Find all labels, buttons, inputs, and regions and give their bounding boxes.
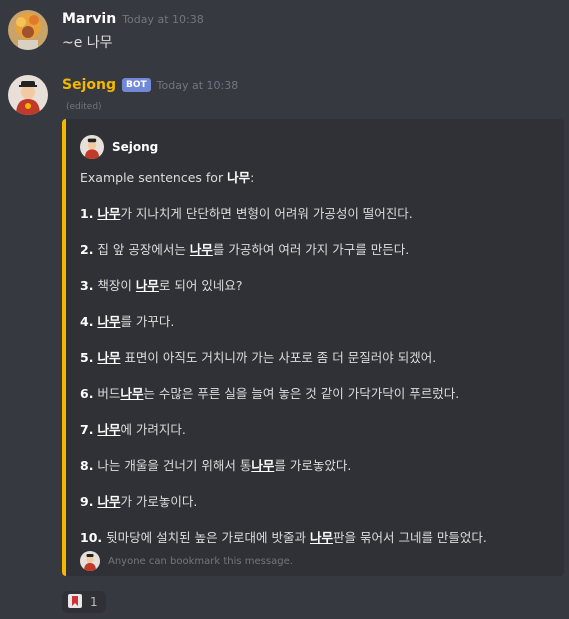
sentence-number: 2.: [80, 242, 94, 257]
example-sentence: 10. 뒷마당에 설치된 높은 가로대에 밧줄과 나무판을 묶어서 그네를 만들…: [80, 527, 487, 546]
edited-label: (edited): [66, 102, 102, 112]
bookmark-icon: [68, 593, 82, 612]
reaction-count: 1: [90, 595, 98, 609]
sentence-number: 9.: [80, 494, 94, 509]
embed: Sejong Example sentences for 나무: 1. 나무가 …: [62, 119, 564, 576]
sentence-keyword: 나무: [251, 458, 275, 473]
sentence-keyword: 나무: [97, 494, 121, 509]
sejong-avatar[interactable]: [8, 75, 48, 115]
reaction-bookmark[interactable]: 1: [62, 591, 106, 613]
author-name[interactable]: Marvin: [62, 11, 116, 27]
example-sentence: 9. 나무가 가로놓이다.: [80, 491, 197, 510]
bot-badge: BOT: [121, 78, 151, 92]
sentence-keyword: 나무: [97, 350, 121, 365]
example-sentence: 7. 나무에 가려지다.: [80, 419, 186, 438]
sentence-text-after: 로 되어 있네요?: [158, 278, 243, 293]
embed-footer: Anyone can bookmark this message.: [80, 551, 293, 571]
sentence-text-after: 에 가려지다.: [120, 422, 186, 437]
example-sentence: 5. 나무 표면이 아직도 거치니까 가는 사포로 좀 더 문질러야 되겠어.: [80, 347, 436, 366]
sentence-number: 4.: [80, 314, 94, 329]
sentence-keyword: 나무: [97, 314, 121, 329]
embed-author-avatar: [80, 135, 104, 159]
sentence-text-after: 가 가로놓이다.: [120, 494, 198, 509]
embed-author-name[interactable]: Sejong: [112, 140, 158, 154]
message-text: ~e 나무: [62, 35, 113, 51]
sentence-text-before: 버드: [93, 386, 121, 401]
sentence-keyword: 나무: [97, 206, 121, 221]
example-sentence: 4. 나무를 가꾸다.: [80, 311, 174, 330]
sentence-number: 10.: [80, 530, 103, 545]
sentence-text-after: 를 가공하여 여러 가지 가구를 만든다.: [212, 242, 410, 257]
timestamp: Today at 10:38: [156, 78, 239, 92]
sentence-keyword: 나무: [189, 242, 213, 257]
sentence-number: 5.: [80, 350, 94, 365]
embed-description: Example sentences for 나무:: [80, 167, 254, 186]
example-sentence: 2. 집 앞 공장에서는 나무를 가공하여 여러 가지 가구를 만든다.: [80, 239, 409, 258]
description-word: 나무: [227, 170, 251, 185]
example-sentence: 6. 버드나무는 수많은 푸른 실을 늘여 놓은 것 같이 가닥가닥이 푸르렀다…: [80, 383, 459, 402]
footer-text: Anyone can bookmark this message.: [108, 555, 293, 567]
footer-icon: [80, 551, 100, 571]
description-suffix: :: [250, 170, 255, 185]
sentence-text-before: 나는 개울을 건너기 위해서 통: [93, 458, 252, 473]
marvin-avatar[interactable]: [8, 10, 48, 50]
sentence-text-after: 가 지나치게 단단하면 변형이 어려워 가공성이 떨어진다.: [120, 206, 413, 221]
sentence-number: 3.: [80, 278, 94, 293]
author-name[interactable]: Sejong: [62, 77, 116, 93]
embed-author: Sejong: [80, 135, 158, 159]
sentence-number: 8.: [80, 458, 94, 473]
sentence-keyword: 나무: [135, 278, 159, 293]
sentence-text-after: 는 수많은 푸른 실을 늘여 놓은 것 같이 가닥가닥이 푸르렀다.: [143, 386, 460, 401]
timestamp: Today at 10:38: [122, 12, 204, 26]
sentence-text-after: 판을 묶어서 그네를 만들었다.: [333, 530, 487, 545]
sentence-keyword: 나무: [120, 386, 144, 401]
example-sentence: 8. 나는 개울을 건너기 위해서 통나무를 가로놓았다.: [80, 455, 351, 474]
sentence-keyword: 나무: [310, 530, 334, 545]
sentence-text-before: 책장이: [93, 278, 136, 293]
sentence-keyword: 나무: [97, 422, 121, 437]
sentence-number: 7.: [80, 422, 94, 437]
description-prefix: Example sentences for: [80, 170, 228, 185]
message-marvin: Marvin Today at 10:38 ~e 나무: [0, 0, 569, 60]
sentence-text-before: 뒷마당에 설치된 높은 가로대에 밧줄과: [102, 530, 310, 545]
example-sentence: 1. 나무가 지나치게 단단하면 변형이 어려워 가공성이 떨어진다.: [80, 203, 413, 222]
sentence-text-after: 표면이 아직도 거치니까 가는 사포로 좀 더 문질러야 되겠어.: [120, 350, 437, 365]
sentence-text-after: 를 가꾸다.: [120, 314, 175, 329]
example-sentence: 3. 책장이 나무로 되어 있네요?: [80, 275, 243, 294]
sentence-number: 6.: [80, 386, 94, 401]
sentence-number: 1.: [80, 206, 94, 221]
sentence-text-before: 집 앞 공장에서는: [93, 242, 190, 257]
sentence-text-after: 를 가로놓았다.: [274, 458, 352, 473]
